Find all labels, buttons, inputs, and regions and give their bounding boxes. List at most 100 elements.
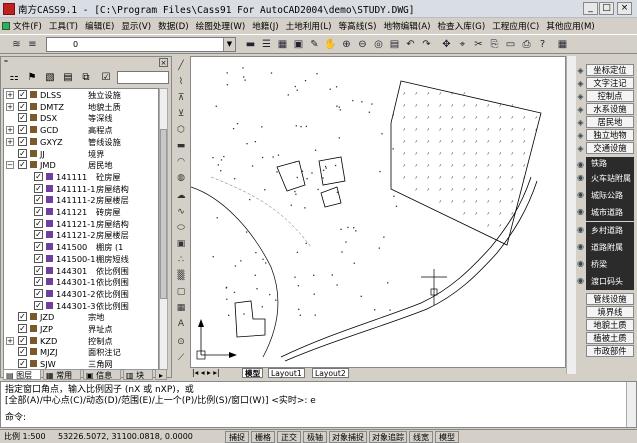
tab-blocks[interactable]: ▥ 块 (123, 369, 153, 380)
expand-toggle[interactable]: + (6, 336, 14, 345)
category-button[interactable]: 控制点 (586, 90, 634, 102)
new-layer-icon[interactable]: ⚏ (7, 71, 21, 84)
tree-row[interactable]: ✓ DSX 等深线 (4, 113, 158, 123)
tree-row[interactable]: ✓ 141500 棚房 (1 (4, 242, 158, 252)
arc-tool-icon[interactable]: ◠ (175, 156, 187, 168)
layer-checkbox[interactable]: ✓ (34, 277, 43, 287)
category-button[interactable]: 植被土质 (586, 332, 634, 345)
mtext-tool-icon[interactable]: A (175, 318, 187, 330)
polygon-tool-icon[interactable]: ⬡ (175, 124, 187, 136)
status-toggle[interactable]: 对象追踪 (369, 431, 407, 443)
tree-row[interactable]: + ✓ GXYZ 管线设施 (4, 136, 158, 147)
status-toggle[interactable]: 模型 (435, 431, 459, 443)
layer-checkbox[interactable]: ✓ (34, 253, 43, 263)
tree-row[interactable]: ✓ 141111-1 房屋结构 (4, 183, 158, 194)
region-tool-icon[interactable]: ▢ (175, 286, 187, 298)
zoom-extents-icon[interactable]: ▤ (388, 38, 401, 51)
menu-landuse[interactable]: 土地利用(L) (286, 20, 332, 32)
category-button[interactable]: 市政部件 (586, 345, 634, 358)
make-current-icon[interactable]: ▬ (244, 38, 257, 51)
layer-checkbox[interactable]: ✓ (34, 207, 43, 216)
zoom-realtime-icon[interactable]: ⊕ (340, 38, 353, 51)
pline-tool-icon[interactable]: ⌇ (175, 76, 187, 88)
paste-icon[interactable]: ▭ (504, 38, 517, 51)
layer-checkbox[interactable]: ✓ (18, 347, 27, 357)
copy-icon[interactable]: ⎘ (488, 38, 501, 51)
tree-row[interactable]: ✓ 144301 依比例围 (4, 265, 158, 276)
tree-row[interactable]: ✓ 144301-1 依比例围 (4, 277, 158, 287)
layer-search-input[interactable] (117, 71, 169, 84)
tree-row[interactable]: ✓ SJW 三角网 (4, 359, 158, 369)
layer-checkbox[interactable]: ✓ (18, 125, 27, 135)
layer-checkbox[interactable]: ✓ (18, 148, 27, 158)
circle-tool-icon[interactable]: ◍ (175, 172, 187, 184)
layer-checkbox[interactable]: ✓ (18, 324, 27, 333)
layer-checkbox[interactable]: ✓ (34, 171, 43, 181)
symbol-item[interactable]: 道路附属 (586, 238, 634, 256)
symbol-item[interactable]: 城际公路 (586, 187, 634, 205)
layer-checkbox[interactable]: ✓ (34, 288, 43, 298)
tree-row[interactable]: ✓ JZP 界址点 (4, 324, 158, 334)
menu-other[interactable]: 其他应用(M) (546, 20, 595, 32)
tab-layers[interactable]: ▤ 图层 (3, 369, 41, 380)
menu-cadastre[interactable]: 地籍(J) (252, 20, 278, 32)
status-toggle[interactable]: 捕捉 (225, 431, 249, 443)
tab-common[interactable]: ▦ 常用 (43, 369, 81, 380)
layer-checkbox[interactable]: ✓ (34, 242, 43, 252)
tab-model[interactable]: 模型 (242, 368, 264, 378)
ellipse-tool-icon[interactable]: ⬭ (175, 222, 187, 234)
match-icon[interactable]: ✥ (440, 38, 453, 51)
panel-collapse-icon[interactable]: – (4, 56, 8, 65)
layer-checkbox[interactable]: ✓ (34, 183, 43, 193)
drawing-canvas[interactable]: ᐟᐟᐟᐟᐟᐟᐟᐟᐟᐟᐟᐟᐟᐟᐟᐟᐟᐟᐟᐟᐟᐟᐟᐟᐟᐟᐟᐟᐟᐟᐟᐟᐟᐟᐟᐟᐟᐟᐟᐟ… (190, 56, 566, 368)
tree-row[interactable]: ✓ MJZJ 面积注记 (4, 347, 158, 357)
open-icon[interactable]: ▦ (276, 38, 289, 51)
category-button[interactable]: 水系设施 (586, 103, 634, 115)
tree-row[interactable]: ✓ 144301-3 依比例围 (4, 300, 158, 311)
expand-toggle[interactable]: + (6, 126, 14, 135)
tree-scrollbar[interactable] (159, 88, 168, 370)
layout-nav-arrows[interactable]: |◂ ◂ ▸ ▸| (190, 368, 238, 378)
category-button[interactable]: 管线设施 (586, 293, 634, 306)
measure-icon[interactable]: ⌖ (456, 38, 469, 51)
expand-toggle[interactable]: − (6, 161, 14, 170)
tree-row[interactable]: ✓ JZD 宗地 (4, 312, 158, 322)
menu-draw[interactable]: 绘图处理(W) (196, 20, 246, 32)
expand-toggle[interactable]: + (6, 91, 14, 99)
menu-file[interactable]: 文件(F) (13, 20, 42, 32)
tree-row[interactable]: ✓ 141121 砖房屋 (4, 207, 158, 217)
layer-checkbox[interactable]: ✓ (34, 195, 43, 205)
layer-checkbox[interactable]: ✓ (18, 359, 27, 369)
symbol-item[interactable]: 城市道路 (586, 204, 634, 222)
status-toggle[interactable]: 对象捕捉 (329, 431, 367, 443)
tab-scroll-right[interactable]: ▸ (155, 369, 167, 380)
layer-filter-icon[interactable]: ▧ (43, 71, 57, 84)
break-tool-icon[interactable]: ⟋ (175, 352, 187, 364)
status-toggle[interactable]: 线宽 (409, 431, 433, 443)
layer-checkbox[interactable]: ✓ (18, 90, 27, 99)
symbol-item[interactable]: 火车站附属 (586, 170, 634, 187)
layer-checkbox[interactable]: ✓ (18, 335, 27, 345)
category-button[interactable]: 居民地 (586, 116, 634, 128)
scroll-thumb[interactable] (160, 129, 167, 299)
tree-row[interactable]: ✓ 141111-2 房屋楼层 (4, 195, 158, 205)
table-tool-icon[interactable]: ▦ (175, 302, 187, 314)
tree-row[interactable]: + ✓ KZD 控制点 (4, 335, 158, 346)
zoom-window-icon[interactable]: ⊖ (356, 38, 369, 51)
menu-contour[interactable]: 等高线(S) (339, 20, 377, 32)
layer-manager-icon[interactable]: ≋ (10, 38, 23, 51)
print-icon[interactable]: ⎙ (520, 38, 533, 51)
hatch-tool-icon[interactable]: ▒ (175, 270, 187, 282)
tree-row[interactable]: ✓ 141111 砼房屋 (4, 171, 158, 182)
tab-info[interactable]: ▣ 信息 (83, 369, 121, 380)
status-toggle[interactable]: 极轴 (303, 431, 327, 443)
menu-data[interactable]: 数据(D) (158, 20, 189, 32)
layer-checkbox[interactable]: ✓ (34, 230, 43, 240)
symbol-item[interactable]: 桥梁 (586, 256, 634, 273)
command-prompt[interactable]: 命令: (5, 413, 26, 424)
redo-icon[interactable]: ↷ (420, 38, 433, 51)
category-button[interactable]: 地貌土质 (586, 319, 634, 332)
status-toggle[interactable]: 正交 (277, 431, 301, 443)
menu-tools[interactable]: 工具(T) (49, 20, 78, 32)
spline-tool-icon[interactable]: ∿ (175, 206, 187, 218)
